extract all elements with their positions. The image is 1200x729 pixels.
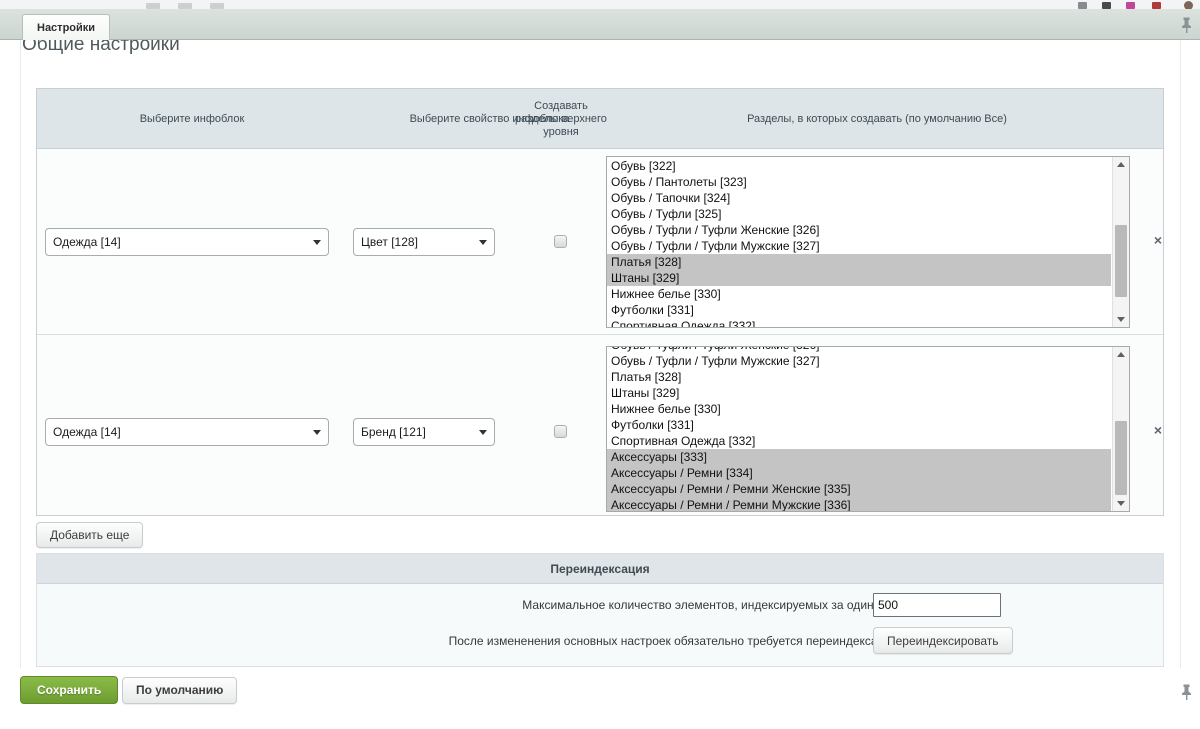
scroll-up-icon[interactable] <box>1113 347 1129 362</box>
browser-extension-icon <box>1078 2 1087 9</box>
chevron-down-icon <box>313 240 321 245</box>
header-infoblock: Выберите инфоблок <box>37 89 347 149</box>
infoblock-select-value: Одежда [14] <box>53 425 121 439</box>
tab-settings-label: Настройки <box>37 22 95 34</box>
section-option[interactable]: Обувь [322] <box>607 158 1111 174</box>
section-option[interactable]: Штаны [329] <box>607 385 1111 401</box>
chevron-down-icon <box>479 430 487 435</box>
sections-multiselect[interactable]: Обувь [322]Обувь / Пантолеты [323]Обувь … <box>606 156 1130 328</box>
section-option[interactable]: Платья [328] <box>607 369 1111 385</box>
pin-icon[interactable] <box>1181 684 1192 705</box>
property-select[interactable]: Цвет [128] <box>353 228 495 256</box>
tab-settings[interactable]: Настройки <box>22 14 110 40</box>
section-option[interactable]: Обувь / Туфли / Туфли Женские [326] <box>607 346 1111 353</box>
settings-panel: Общие настройки Выберите инфоблок Выбери… <box>0 40 1200 729</box>
section-option[interactable]: Футболки [331] <box>607 417 1111 433</box>
section-option[interactable]: Обувь / Туфли / Туфли Женские [326] <box>607 222 1111 238</box>
panel-left-border <box>20 40 21 668</box>
header-sections: Разделы, в которых создавать (по умолчан… <box>612 89 1142 149</box>
property-select-value: Бренд [121] <box>361 425 426 439</box>
section-option[interactable]: Аксессуары [333] <box>607 449 1111 465</box>
section-option[interactable]: Штаны [329] <box>607 270 1111 286</box>
max-elements-input[interactable] <box>873 593 1001 617</box>
scroll-down-icon[interactable] <box>1113 312 1129 327</box>
browser-extension-icon <box>1102 2 1111 9</box>
chevron-down-icon <box>479 240 487 245</box>
section-option[interactable]: Спортивная Одежда [332] <box>607 433 1111 449</box>
save-button[interactable]: Сохранить <box>20 676 118 704</box>
property-select[interactable]: Бренд [121] <box>353 418 495 446</box>
infoblock-select[interactable]: Одежда [14] <box>45 418 329 446</box>
section-option[interactable]: Платья [328] <box>607 254 1111 270</box>
section-option[interactable]: Обувь / Туфли / Туфли Мужские [327] <box>607 353 1111 369</box>
default-button[interactable]: По умолчанию <box>122 677 237 704</box>
scroll-down-icon[interactable] <box>1113 496 1129 511</box>
browser-toolbar-strip <box>0 0 1200 9</box>
section-option[interactable]: Аксессуары / Ремни / Ремни Мужские [336] <box>607 497 1111 512</box>
chevron-down-icon <box>313 430 321 435</box>
reindex-section: Переиндексация Максимальное количество э… <box>36 553 1164 667</box>
sections-list: Обувь [322]Обувь / Пантолеты [323]Обувь … <box>607 158 1111 328</box>
create-top-sections-checkbox[interactable] <box>554 425 567 438</box>
infoblock-select[interactable]: Одежда [14] <box>45 228 329 256</box>
reindex-button[interactable]: Переиндексировать <box>873 627 1013 654</box>
table-header: Выберите инфоблок Выберите свойство инфо… <box>37 89 1163 149</box>
pin-icon[interactable] <box>1181 17 1192 38</box>
delete-row-button[interactable]: × <box>1149 231 1167 249</box>
browser-extension-icon <box>1152 2 1161 9</box>
sections-list: Обувь / Туфли / Туфли Женские [326]Обувь… <box>607 346 1111 512</box>
infoblock-settings-table: Выберите инфоблок Выберите свойство инфо… <box>36 88 1164 516</box>
section-option[interactable]: Спортивная Одежда [332] <box>607 318 1111 328</box>
max-elements-label: Максимальное количество элементов, индек… <box>522 598 901 612</box>
delete-row-button[interactable]: × <box>1149 421 1167 439</box>
reindex-section-title: Переиндексация <box>37 554 1163 584</box>
section-option[interactable]: Обувь / Туфли / Туфли Мужские [327] <box>607 238 1111 254</box>
panel-right-border <box>1180 40 1181 668</box>
section-option[interactable]: Аксессуары / Ремни / Ремни Женские [335] <box>607 481 1111 497</box>
create-top-sections-checkbox[interactable] <box>554 235 567 248</box>
scroll-up-icon[interactable] <box>1113 157 1129 172</box>
list-scrollbar[interactable] <box>1112 347 1129 511</box>
infoblock-select-value: Одежда [14] <box>53 235 121 249</box>
section-option[interactable]: Футболки [331] <box>607 302 1111 318</box>
sections-multiselect[interactable]: Обувь / Туфли / Туфли Женские [326]Обувь… <box>606 346 1130 512</box>
settings-page: Настройки Общие настройки Выберите инфоб… <box>0 0 1200 729</box>
add-more-button[interactable]: Добавить еще <box>36 522 143 548</box>
browser-extension-icon <box>1126 2 1135 9</box>
property-select-value: Цвет [128] <box>361 235 418 249</box>
admin-tab-bar: Настройки <box>0 9 1200 40</box>
section-option[interactable]: Нижнее белье [330] <box>607 401 1111 417</box>
section-option[interactable]: Обувь / Туфли [325] <box>607 206 1111 222</box>
header-create-top-sections: Создавать разделы верхнего уровня <box>515 89 607 149</box>
section-option[interactable]: Обувь / Пантолеты [323] <box>607 174 1111 190</box>
section-option[interactable]: Аксессуары / Ремни [334] <box>607 465 1111 481</box>
scrollbar-thumb[interactable] <box>1115 225 1127 297</box>
reindex-note: После измененения основных настроек обяз… <box>449 634 901 648</box>
row-divider <box>37 334 1163 335</box>
list-scrollbar[interactable] <box>1112 157 1129 327</box>
section-option[interactable]: Нижнее белье [330] <box>607 286 1111 302</box>
scrollbar-thumb[interactable] <box>1115 421 1127 495</box>
section-option[interactable]: Обувь / Тапочки [324] <box>607 190 1111 206</box>
